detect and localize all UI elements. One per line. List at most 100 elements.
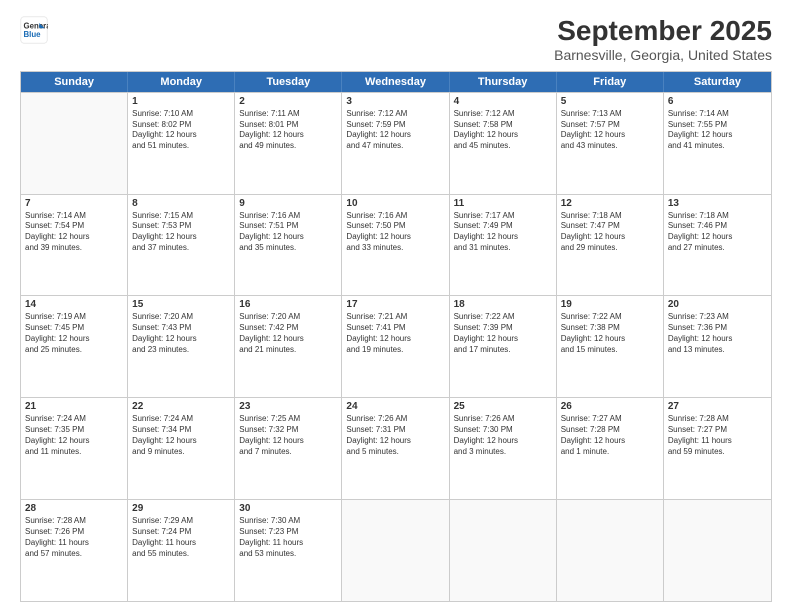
calendar-cell: 15Sunrise: 7:20 AM Sunset: 7:43 PM Dayli… xyxy=(128,296,235,397)
svg-text:General: General xyxy=(24,21,49,30)
day-number: 28 xyxy=(25,503,123,514)
day-number: 17 xyxy=(346,299,444,310)
header-day: Thursday xyxy=(450,72,557,92)
day-number: 30 xyxy=(239,503,337,514)
day-info: Sunrise: 7:10 AM Sunset: 8:02 PM Dayligh… xyxy=(132,109,230,152)
calendar-cell: 13 Sunrise: 7:18 AM Sunset: 7:46 PM Dayli… xyxy=(664,195,771,296)
day-number: 4 xyxy=(454,96,552,107)
day-info: Sunrise: 7:22 AM Sunset: 7:39 PM Dayligh… xyxy=(454,312,552,355)
day-info: Sunrise: 7:16 AM Sunset: 7:50 PM Dayligh… xyxy=(346,211,444,254)
day-number: 11 xyxy=(454,198,552,209)
calendar-cell: 5 Sunrise: 7:13 AM Sunset: 7:57 PM Daylig… xyxy=(557,93,664,194)
day-info: Sunrise: 7:19 AM Sunset: 7:45 PM Dayligh… xyxy=(25,312,123,355)
calendar-cell xyxy=(664,500,771,601)
day-info: Sunrise: 7:12 AM Sunset: 7:59 PM Dayligh… xyxy=(346,109,444,152)
day-info: Sunrise: 7:24 AM Sunset: 7:35 PM Dayligh… xyxy=(25,414,123,457)
day-number: 19 xyxy=(561,299,659,310)
calendar-row: 1 Sunrise: 7:10 AM Sunset: 8:02 PM Daylig… xyxy=(21,92,771,194)
calendar-cell: 10 Sunrise: 7:16 AM Sunset: 7:50 PM Dayli… xyxy=(342,195,449,296)
day-info: Sunrise: 7:11 AM Sunset: 8:01 PM Dayligh… xyxy=(239,109,337,152)
day-number: 8 xyxy=(132,198,230,209)
day-info: Sunrise: 7:16 AM Sunset: 7:51 PM Dayligh… xyxy=(239,211,337,254)
header-day: Monday xyxy=(128,72,235,92)
calendar-cell: 22 Sunrise: 7:24 AM Sunset: 7:34 PM Dayli… xyxy=(128,398,235,499)
calendar-cell xyxy=(342,500,449,601)
calendar-cell xyxy=(21,93,128,194)
day-info: Sunrise: 7:18 AM Sunset: 7:46 PM Dayligh… xyxy=(668,211,767,254)
day-number: 25 xyxy=(454,401,552,412)
calendar-cell: 14 Sunrise: 7:19 AM Sunset: 7:45 PM Dayli… xyxy=(21,296,128,397)
day-number: 26 xyxy=(561,401,659,412)
day-info: Sunrise: 7:17 AM Sunset: 7:49 PM Dayligh… xyxy=(454,211,552,254)
calendar-cell: 2Sunrise: 7:11 AM Sunset: 8:01 PM Daylig… xyxy=(235,93,342,194)
calendar-cell: 7Sunrise: 7:14 AM Sunset: 7:54 PM Daylig… xyxy=(21,195,128,296)
header-day: Tuesday xyxy=(235,72,342,92)
calendar-cell: 26 Sunrise: 7:27 AM Sunset: 7:28 PM Dayli… xyxy=(557,398,664,499)
day-number: 29 xyxy=(132,503,230,514)
calendar: SundayMondayTuesdayWednesdayThursdayFrid… xyxy=(20,71,772,602)
month-title: September 2025 xyxy=(554,16,772,47)
day-info: Sunrise: 7:13 AM Sunset: 7:57 PM Dayligh… xyxy=(561,109,659,152)
day-number: 23 xyxy=(239,401,337,412)
day-info: Sunrise: 7:24 AM Sunset: 7:34 PM Dayligh… xyxy=(132,414,230,457)
day-number: 6 xyxy=(668,96,767,107)
calendar-cell xyxy=(450,500,557,601)
calendar-cell: 21 Sunrise: 7:24 AM Sunset: 7:35 PM Dayli… xyxy=(21,398,128,499)
location-subtitle: Barnesville, Georgia, United States xyxy=(554,47,772,63)
calendar-cell: 3 Sunrise: 7:12 AM Sunset: 7:59 PM Daylig… xyxy=(342,93,449,194)
day-info: Sunrise: 7:20 AM Sunset: 7:42 PM Dayligh… xyxy=(239,312,337,355)
logo: General Blue xyxy=(20,16,48,44)
calendar-body: 1 Sunrise: 7:10 AM Sunset: 8:02 PM Daylig… xyxy=(21,92,771,601)
page: General Blue September 2025 Barnesville,… xyxy=(0,0,792,612)
calendar-cell: 29 Sunrise: 7:29 AM Sunset: 7:24 PM Dayli… xyxy=(128,500,235,601)
day-info: Sunrise: 7:28 AM Sunset: 7:27 PM Dayligh… xyxy=(668,414,767,457)
day-number: 3 xyxy=(346,96,444,107)
day-number: 22 xyxy=(132,401,230,412)
header-day: Friday xyxy=(557,72,664,92)
header-day: Wednesday xyxy=(342,72,449,92)
calendar-cell: 17Sunrise: 7:21 AM Sunset: 7:41 PM Dayli… xyxy=(342,296,449,397)
day-info: Sunrise: 7:30 AM Sunset: 7:23 PM Dayligh… xyxy=(239,516,337,559)
header-day: Saturday xyxy=(664,72,771,92)
day-number: 16 xyxy=(239,299,337,310)
day-number: 10 xyxy=(346,198,444,209)
day-info: Sunrise: 7:29 AM Sunset: 7:24 PM Dayligh… xyxy=(132,516,230,559)
title-block: September 2025 Barnesville, Georgia, Uni… xyxy=(554,16,772,63)
calendar-cell: 16 Sunrise: 7:20 AM Sunset: 7:42 PM Dayli… xyxy=(235,296,342,397)
day-number: 12 xyxy=(561,198,659,209)
day-number: 24 xyxy=(346,401,444,412)
day-number: 21 xyxy=(25,401,123,412)
calendar-cell: 8 Sunrise: 7:15 AM Sunset: 7:53 PM Daylig… xyxy=(128,195,235,296)
calendar-cell: 9 Sunrise: 7:16 AM Sunset: 7:51 PM Daylig… xyxy=(235,195,342,296)
day-info: Sunrise: 7:18 AM Sunset: 7:47 PM Dayligh… xyxy=(561,211,659,254)
day-info: Sunrise: 7:27 AM Sunset: 7:28 PM Dayligh… xyxy=(561,414,659,457)
calendar-row: 7Sunrise: 7:14 AM Sunset: 7:54 PM Daylig… xyxy=(21,194,771,296)
day-info: Sunrise: 7:22 AM Sunset: 7:38 PM Dayligh… xyxy=(561,312,659,355)
day-number: 20 xyxy=(668,299,767,310)
calendar-cell: 12 Sunrise: 7:18 AM Sunset: 7:47 PM Dayli… xyxy=(557,195,664,296)
calendar-cell: 27 Sunrise: 7:28 AM Sunset: 7:27 PM Dayli… xyxy=(664,398,771,499)
day-number: 18 xyxy=(454,299,552,310)
day-info: Sunrise: 7:15 AM Sunset: 7:53 PM Dayligh… xyxy=(132,211,230,254)
day-number: 5 xyxy=(561,96,659,107)
day-number: 27 xyxy=(668,401,767,412)
day-number: 1 xyxy=(132,96,230,107)
calendar-cell: 4Sunrise: 7:12 AM Sunset: 7:58 PM Daylig… xyxy=(450,93,557,194)
svg-text:Blue: Blue xyxy=(24,30,42,39)
calendar-cell: 25 Sunrise: 7:26 AM Sunset: 7:30 PM Dayli… xyxy=(450,398,557,499)
day-number: 14 xyxy=(25,299,123,310)
calendar-row: 14 Sunrise: 7:19 AM Sunset: 7:45 PM Dayli… xyxy=(21,295,771,397)
logo-icon: General Blue xyxy=(20,16,48,44)
day-info: Sunrise: 7:28 AM Sunset: 7:26 PM Dayligh… xyxy=(25,516,123,559)
day-number: 13 xyxy=(668,198,767,209)
calendar-row: 28 Sunrise: 7:28 AM Sunset: 7:26 PM Dayli… xyxy=(21,499,771,601)
day-number: 15 xyxy=(132,299,230,310)
day-info: Sunrise: 7:14 AM Sunset: 7:55 PM Dayligh… xyxy=(668,109,767,152)
day-info: Sunrise: 7:25 AM Sunset: 7:32 PM Dayligh… xyxy=(239,414,337,457)
day-number: 9 xyxy=(239,198,337,209)
day-info: Sunrise: 7:26 AM Sunset: 7:30 PM Dayligh… xyxy=(454,414,552,457)
calendar-row: 21 Sunrise: 7:24 AM Sunset: 7:35 PM Dayli… xyxy=(21,397,771,499)
calendar-cell: 20Sunrise: 7:23 AM Sunset: 7:36 PM Dayli… xyxy=(664,296,771,397)
calendar-cell: 23 Sunrise: 7:25 AM Sunset: 7:32 PM Dayli… xyxy=(235,398,342,499)
day-info: Sunrise: 7:14 AM Sunset: 7:54 PM Dayligh… xyxy=(25,211,123,254)
